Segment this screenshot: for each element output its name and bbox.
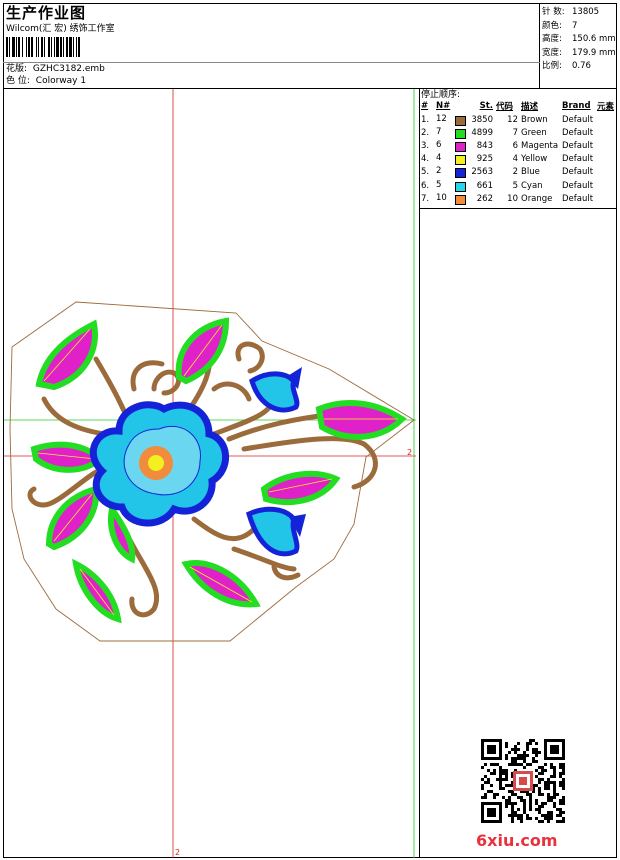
row-code: 6: [512, 140, 518, 151]
embroidery-canvas: 2 2: [4, 89, 416, 858]
row-desc: Yellow: [521, 154, 548, 165]
row-code: 5: [512, 180, 518, 191]
row-brand: Default: [562, 127, 594, 138]
row-element: [597, 166, 617, 179]
row-index: 7.: [421, 193, 430, 204]
row-index: 2.: [421, 127, 430, 138]
col-index: #: [421, 101, 429, 111]
design-label: 花版:: [6, 64, 28, 74]
row-desc: Cyan: [521, 180, 543, 191]
design-file-row: 花版: GZHC3182.emb: [6, 64, 105, 75]
row-stitches: 925: [476, 154, 493, 165]
row-element: [597, 126, 617, 139]
page-title: 生产作业图: [6, 4, 87, 22]
watermark-text: 6xiu.com: [476, 831, 558, 850]
row-desc: Green: [521, 127, 547, 138]
stat-colors: 颜色: 7: [542, 20, 578, 31]
row-desc: Brown: [521, 114, 548, 125]
row-code: 2: [512, 167, 518, 178]
row-index: 3.: [421, 140, 430, 151]
flower-main: [89, 401, 230, 527]
color-swatch: [455, 128, 466, 139]
row-index: 6.: [421, 180, 430, 191]
axis-label-right: 2: [407, 448, 412, 457]
col-element: 元素: [597, 102, 615, 112]
row-element: [597, 179, 617, 192]
sequence-table: # N# St. 代码 描述 Brand 元素 1. 12 3850 12 Brown…: [421, 100, 617, 205]
col-needle: N#: [436, 101, 451, 111]
row-code: 12: [507, 114, 518, 125]
row-needle: 12: [436, 113, 469, 126]
col-desc: 描述: [521, 102, 539, 112]
row-brand: Default: [562, 193, 594, 204]
colorway-row: 色 位: Colorway 1: [6, 76, 86, 87]
color-swatch: [455, 194, 466, 205]
bell-flowers: [245, 367, 306, 557]
row-needle: 5: [436, 179, 469, 192]
stat-width: 宽度: 179.9 mm: [542, 47, 616, 58]
row-desc: Blue: [521, 167, 540, 178]
sequence-row: 2. 7 4899 7 Green Default: [421, 126, 617, 139]
axis-label-bottom: 2: [175, 848, 180, 857]
sequence-row: 6. 5 661 5 Cyan Default: [421, 179, 617, 192]
sequence-divider: [419, 208, 617, 209]
row-element: [597, 139, 617, 152]
header-row-line-1: [3, 62, 540, 63]
row-needle: 7: [436, 126, 469, 139]
sequence-header-row: # N# St. 代码 描述 Brand 元素: [421, 100, 617, 113]
color-swatch: [455, 141, 466, 152]
row-needle: 2: [436, 166, 469, 179]
stats-block: 针 数: 13805 颜色: 7 高度: 150.6 mm 宽度: 179.9 mm 比…: [542, 6, 616, 74]
row-brand: Default: [562, 167, 594, 178]
col-stitches: St.: [479, 101, 493, 111]
row-element: [597, 113, 617, 126]
row-code: 7: [512, 127, 518, 138]
sequence-row: 4. 4 925 4 Yellow Default: [421, 153, 617, 166]
sequence-row: 5. 2 2563 2 Blue Default: [421, 166, 617, 179]
header-stats-divider: [539, 3, 540, 89]
row-element: [597, 192, 617, 205]
colorway-value: Colorway 1: [35, 76, 87, 86]
colorway-label: 色 位:: [6, 76, 30, 86]
row-index: 1.: [421, 114, 430, 125]
col-brand: Brand: [562, 101, 591, 111]
sequence-row: 3. 6 843 6 Magenta Default: [421, 139, 617, 152]
row-brand: Default: [562, 180, 594, 191]
row-needle: 4: [436, 153, 469, 166]
row-index: 4.: [421, 154, 430, 165]
row-stitches: 661: [476, 180, 493, 191]
row-stitches: 3850: [471, 114, 493, 125]
row-desc: Orange: [521, 193, 553, 204]
color-swatch: [455, 168, 466, 179]
row-desc: Magenta: [521, 140, 559, 151]
sequence-row: 7. 10 262 10 Orange Default: [421, 192, 617, 205]
row-stitches: 4899: [471, 127, 493, 138]
design-file: GZHC3182.emb: [32, 64, 105, 74]
qr-code: [481, 739, 565, 823]
row-stitches: 262: [476, 193, 493, 204]
row-code: 4: [512, 154, 518, 165]
row-element: [597, 153, 617, 166]
row-stitches: 843: [476, 140, 493, 151]
sequence-row: 1. 12 3850 12 Brown Default: [421, 113, 617, 126]
row-code: 10: [507, 193, 518, 204]
stat-height: 高度: 150.6 mm: [542, 34, 616, 44]
color-swatch: [455, 115, 466, 126]
color-swatch: [455, 181, 466, 192]
row-brand: Default: [562, 140, 594, 151]
company-name: Wilcom(汇 宏) 绣饰工作室: [6, 24, 115, 34]
row-brand: Default: [562, 154, 594, 165]
row-needle: 6: [436, 139, 469, 152]
col-code: 代码: [496, 102, 514, 112]
row-index: 5.: [421, 167, 430, 178]
stat-stitches: 针 数: 13805: [542, 7, 600, 17]
stat-scale: 比例: 0.76: [542, 61, 591, 71]
color-swatch: [455, 155, 466, 166]
row-needle: 10: [436, 192, 469, 205]
row-brand: Default: [562, 114, 594, 125]
barcode: [6, 37, 80, 57]
row-stitches: 2563: [471, 167, 493, 178]
